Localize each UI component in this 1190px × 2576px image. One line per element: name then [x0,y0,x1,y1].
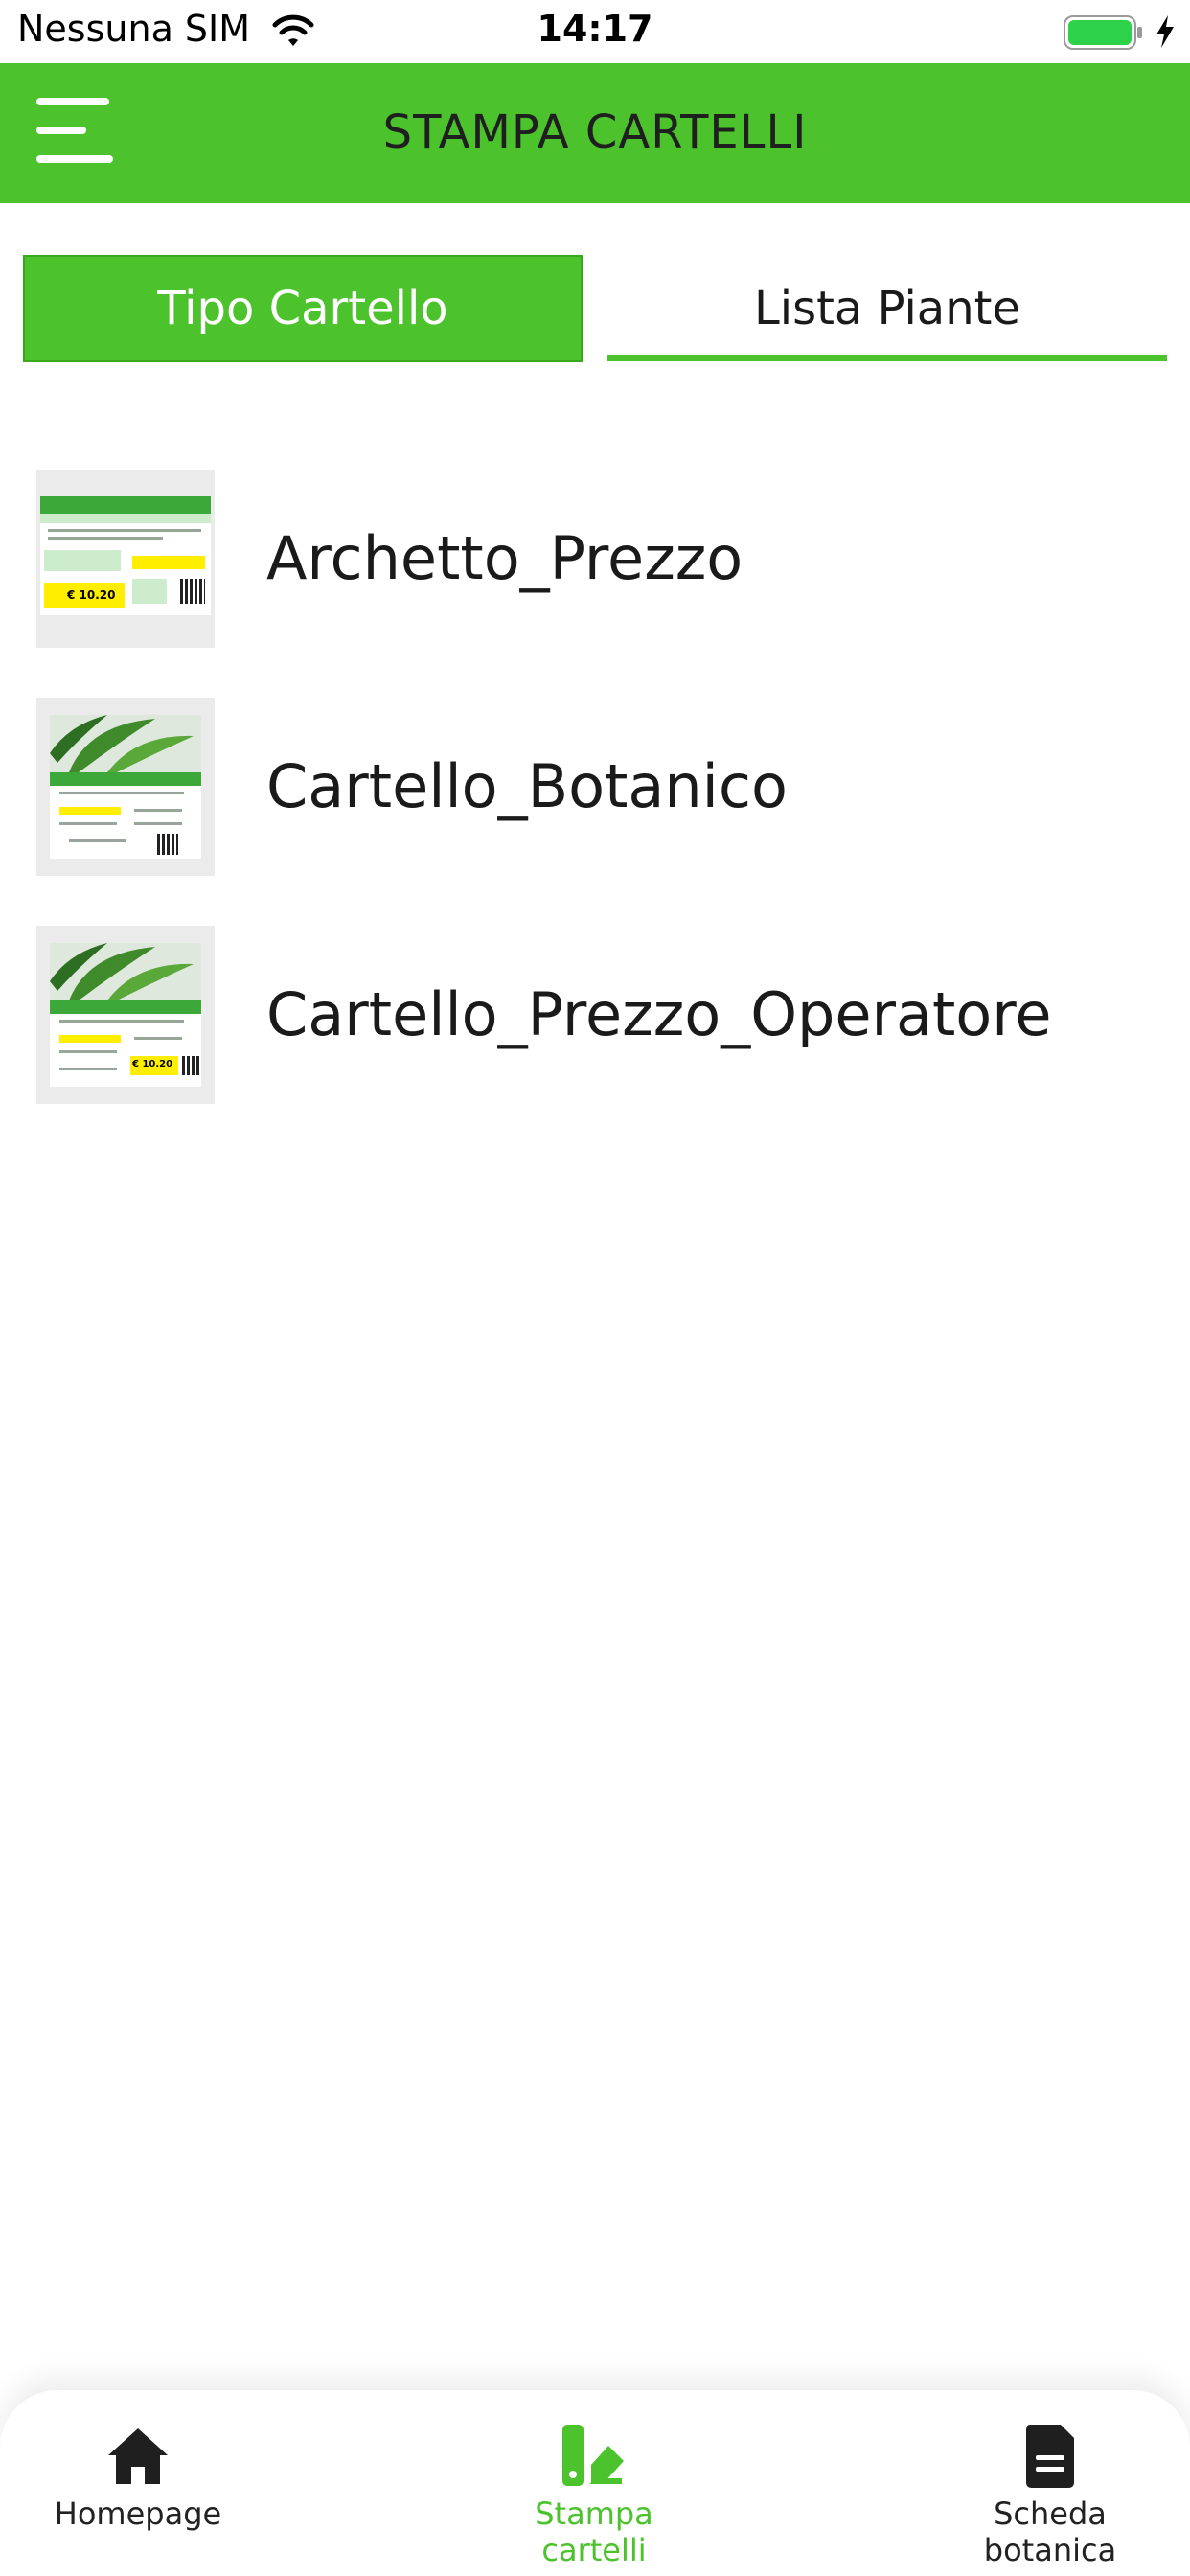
page-title: STAMPA CARTELLI [382,105,808,159]
nav-scheda-botanica[interactable]: Scheda botanica [929,2390,1171,2576]
tab-label: Tipo Cartello [157,282,448,335]
leaf-image [50,715,201,772]
leaf-image [50,943,201,1000]
template-thumbnail: € 10.20 [36,926,215,1104]
template-thumbnail [36,698,215,876]
template-name: Cartello_Botanico [266,751,788,821]
nav-homepage[interactable]: Homepage [42,2390,234,2576]
thumb-price: € 10.20 [67,588,116,602]
screen: Nessuna SIM 14:17 STAMPA CARTELLI Tipo C… [0,0,1190,2576]
document-icon [1026,2425,1074,2488]
nav-label: Stampa cartelli [535,2496,653,2568]
nav-stampa-cartelli[interactable]: Stampa cartelli [479,2390,709,2576]
thumbnail-card [50,715,201,859]
clock: 14:17 [537,8,653,50]
tab-lista-piante[interactable]: Lista Piante [607,255,1167,362]
battery-charging-icon [1064,15,1142,50]
tab-label: Lista Piante [754,282,1020,335]
bottom-nav: Homepage Stampa cartelli Scheda botanica [0,2390,1190,2576]
template-thumbnail: € 10.20 [36,470,215,648]
template-name: Archetto_Prezzo [266,523,744,593]
tab-underline [607,355,1167,361]
nav-label: Homepage [54,2496,222,2532]
status-bar: Nessuna SIM 14:17 [0,0,1190,63]
template-name: Cartello_Prezzo_Operatore [266,979,1052,1049]
tab-tipo-cartello[interactable]: Tipo Cartello [23,255,583,362]
thumbnail-card: € 10.20 [50,943,201,1087]
app-bar: STAMPA CARTELLI [0,63,1190,203]
print-tag-icon [562,2425,624,2486]
charging-bolt-icon [1156,15,1174,48]
list-item-cartello-prezzo-operatore[interactable]: € 10.20 Cartello_Prezzo_Operatore [0,916,1190,1108]
thumbnail-card: € 10.20 [40,496,211,615]
list-item-cartello-botanico[interactable]: Cartello_Botanico [0,688,1190,880]
list-item-archetto-prezzo[interactable]: € 10.20 Archetto_Prezzo [0,460,1190,652]
home-icon [108,2428,168,2484]
thumb-price: € 10.20 [132,1059,173,1070]
nav-label: Scheda botanica [983,2496,1117,2568]
